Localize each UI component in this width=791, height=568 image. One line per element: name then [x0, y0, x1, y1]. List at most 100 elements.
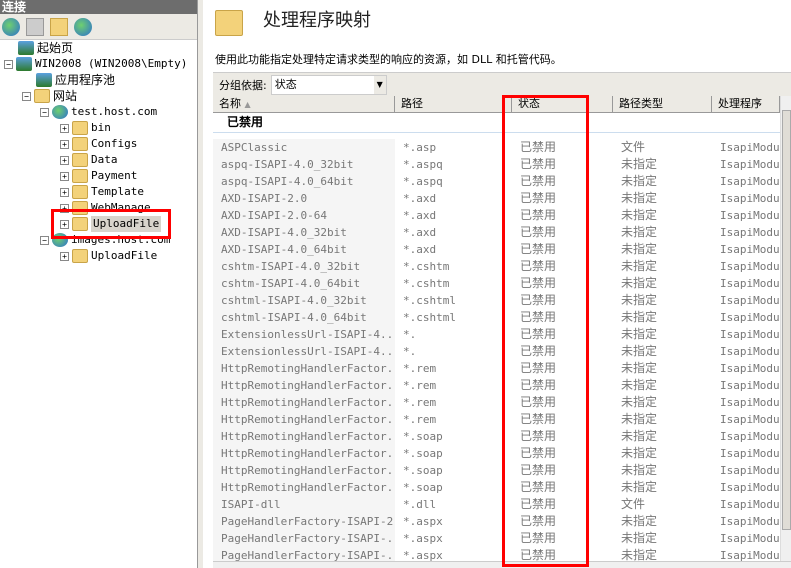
group-by-select[interactable]: 状态 ▼ [270, 74, 387, 95]
table-row[interactable]: cshtml-ISAPI-4.0_64bit *.cshtml 已禁用 未指定 Isap… [213, 309, 780, 326]
save-icon[interactable] [26, 17, 44, 36]
tree-node-label: UploadFile [91, 216, 162, 232]
vertical-scrollbar[interactable] [780, 96, 791, 561]
table-row[interactable]: HttpRemotingHandlerFactor... *.soap 已禁用 未指定… [213, 479, 780, 496]
cell-path: *.axd [403, 209, 437, 222]
table-row[interactable]: AXD-ISAPI-2.0 *.axd 已禁用 未指定 IsapiModul [213, 190, 780, 207]
collapse-icon[interactable]: − [22, 91, 31, 101]
column-header-handler[interactable]: 处理程序 [712, 96, 780, 112]
tree-node[interactable]: 应用程序池 [36, 72, 115, 88]
table-row[interactable]: ExtensionlessUrl-ISAPI-4.... *. 已禁用 未指定 Isap… [213, 326, 780, 343]
connections-toolbar [0, 14, 197, 40]
expand-icon[interactable]: + [60, 219, 69, 229]
cell-path-type: 未指定 [621, 208, 658, 222]
folder-icon [72, 217, 88, 231]
cell-name: HttpRemotingHandlerFactor... [213, 411, 395, 428]
table-row[interactable]: AXD-ISAPI-4.0_32bit *.axd 已禁用 未指定 IsapiModul [213, 224, 780, 241]
table-row[interactable]: aspq-ISAPI-4.0_32bit *.aspq 已禁用 未指定 IsapiMod… [213, 156, 780, 173]
cell-state: 已禁用 [520, 157, 557, 171]
cell-path: *.cshtml [403, 311, 456, 324]
table-row[interactable]: HttpRemotingHandlerFactor... *.rem 已禁用 未指定 I… [213, 411, 780, 428]
connect-icon[interactable] [2, 17, 20, 36]
tree-node[interactable]: + Payment [60, 168, 137, 184]
expand-icon[interactable]: + [60, 251, 69, 261]
disconnect-icon[interactable] [74, 17, 92, 36]
tree-node[interactable]: + Data [60, 152, 118, 168]
folder-icon [72, 121, 88, 135]
table-row[interactable]: ISAPI-dll *.dll 已禁用 文件 IsapiModul [213, 496, 780, 513]
tree-node[interactable]: − WIN2008 (WIN2008\Empty) [4, 56, 187, 72]
horizontal-scrollbar[interactable] [213, 561, 791, 568]
expand-icon[interactable]: + [60, 139, 69, 149]
folder-icon [72, 153, 88, 167]
cell-state: 已禁用 [520, 344, 557, 358]
expand-icon[interactable]: + [60, 123, 69, 133]
server-icon [18, 41, 34, 55]
tree-node-label: 应用程序池 [55, 73, 116, 87]
tree-node[interactable]: + WebManage [60, 200, 151, 216]
cell-state: 已禁用 [520, 395, 557, 409]
cell-name: HttpRemotingHandlerFactor... [213, 445, 395, 462]
cell-path: *. [403, 328, 417, 341]
group-by-bar: 分组依据: 状态 ▼ [213, 72, 791, 96]
column-header-state[interactable]: 状态 [512, 96, 613, 112]
column-header-path[interactable]: 路径 [395, 96, 512, 112]
page-description: 使用此功能指定处理特定请求类型的响应的资源，如 DLL 和托管代码。 [215, 53, 562, 66]
table-row[interactable]: PageHandlerFactory-ISAPI-2.0 *.aspx 已禁用 未指定… [213, 513, 780, 530]
cell-name: PageHandlerFactory-ISAPI-2.0 [213, 513, 395, 530]
expand-icon[interactable]: + [60, 187, 69, 197]
tree-node[interactable]: − images.host.com [40, 232, 170, 248]
cell-path-type: 未指定 [621, 157, 658, 171]
table-row[interactable]: HttpRemotingHandlerFactor... *.rem 已禁用 未指定 I… [213, 360, 780, 377]
up-folder-icon[interactable] [50, 17, 68, 36]
expand-icon[interactable]: + [60, 155, 69, 165]
table-row[interactable]: PageHandlerFactory-ISAPI-... *.aspx 已禁用 未指定… [213, 530, 780, 547]
table-row[interactable]: cshtml-ISAPI-4.0_32bit *.cshtml 已禁用 未指定 Isap… [213, 292, 780, 309]
cell-name: cshtml-ISAPI-4.0_64bit [213, 309, 395, 326]
table-row[interactable]: ExtensionlessUrl-ISAPI-4.... *. 已禁用 未指定 Isap… [213, 343, 780, 360]
collapse-icon[interactable]: − [40, 235, 49, 245]
column-header-name[interactable]: 名称 ▲ [213, 96, 395, 112]
tree-node[interactable]: − test.host.com [40, 104, 157, 120]
table-row[interactable]: aspq-ISAPI-4.0_64bit *.aspq 已禁用 未指定 IsapiMod… [213, 173, 780, 190]
tree-node[interactable]: + Configs [60, 136, 137, 152]
cell-path: *.dll [403, 498, 437, 511]
connections-title: 连接 [0, 0, 197, 14]
cell-path: *.rem [403, 413, 437, 426]
cell-handler: IsapiModul [720, 498, 780, 511]
cell-name: HttpRemotingHandlerFactor... [213, 394, 395, 411]
table-row[interactable]: ASPClassic *.asp 已禁用 文件 IsapiModul [213, 139, 780, 156]
chevron-down-icon[interactable]: ▼ [373, 75, 386, 94]
cell-state: 已禁用 [520, 327, 557, 341]
table-row[interactable]: HttpRemotingHandlerFactor... *.soap 已禁用 未指定… [213, 445, 780, 462]
collapse-icon[interactable]: − [4, 59, 13, 69]
table-row[interactable]: HttpRemotingHandlerFactor... *.soap 已禁用 未指定… [213, 428, 780, 445]
collapse-icon[interactable]: − [40, 107, 49, 117]
cell-handler: IsapiModul [720, 345, 780, 358]
tree-node[interactable]: + Template [60, 184, 144, 200]
table-row[interactable]: HttpRemotingHandlerFactor... *.rem 已禁用 未指定 I… [213, 377, 780, 394]
table-row[interactable]: AXD-ISAPI-2.0-64 *.axd 已禁用 未指定 IsapiModul [213, 207, 780, 224]
cell-name: ExtensionlessUrl-ISAPI-4.... [213, 326, 395, 343]
cell-path: *.aspq [403, 175, 443, 188]
connections-pane: 连接 起始页 − WIN2008 (WIN2008\Empty) 应用程序池 − 网站 − t… [0, 0, 198, 568]
column-header-path-type[interactable]: 路径类型 [613, 96, 712, 112]
table-row[interactable]: cshtm-ISAPI-4.0_32bit *.cshtm 已禁用 未指定 IsapiM… [213, 258, 780, 275]
tree-node[interactable]: + bin [60, 120, 111, 136]
cell-name: cshtml-ISAPI-4.0_32bit [213, 292, 395, 309]
tree-node[interactable]: + UploadFile [60, 216, 162, 232]
tree-node[interactable]: + UploadFile [60, 248, 157, 264]
group-header-disabled[interactable]: 已禁用 [213, 113, 780, 133]
table-row[interactable]: HttpRemotingHandlerFactor... *.rem 已禁用 未指定 I… [213, 394, 780, 411]
expand-icon[interactable]: + [60, 171, 69, 181]
expand-icon[interactable]: + [60, 203, 69, 213]
tree-node[interactable]: − 网站 [22, 88, 77, 104]
tree-node[interactable]: 起始页 [18, 40, 73, 56]
table-row[interactable]: AXD-ISAPI-4.0_64bit *.axd 已禁用 未指定 IsapiModul [213, 241, 780, 258]
group-by-value: 状态 [274, 77, 297, 91]
table-row[interactable]: cshtm-ISAPI-4.0_64bit *.cshtm 已禁用 未指定 IsapiM… [213, 275, 780, 292]
table-row[interactable]: HttpRemotingHandlerFactor... *.soap 已禁用 未指定… [213, 462, 780, 479]
cell-handler: IsapiModul [720, 192, 780, 205]
cell-path-type: 文件 [621, 497, 646, 511]
globe-icon [52, 233, 68, 247]
